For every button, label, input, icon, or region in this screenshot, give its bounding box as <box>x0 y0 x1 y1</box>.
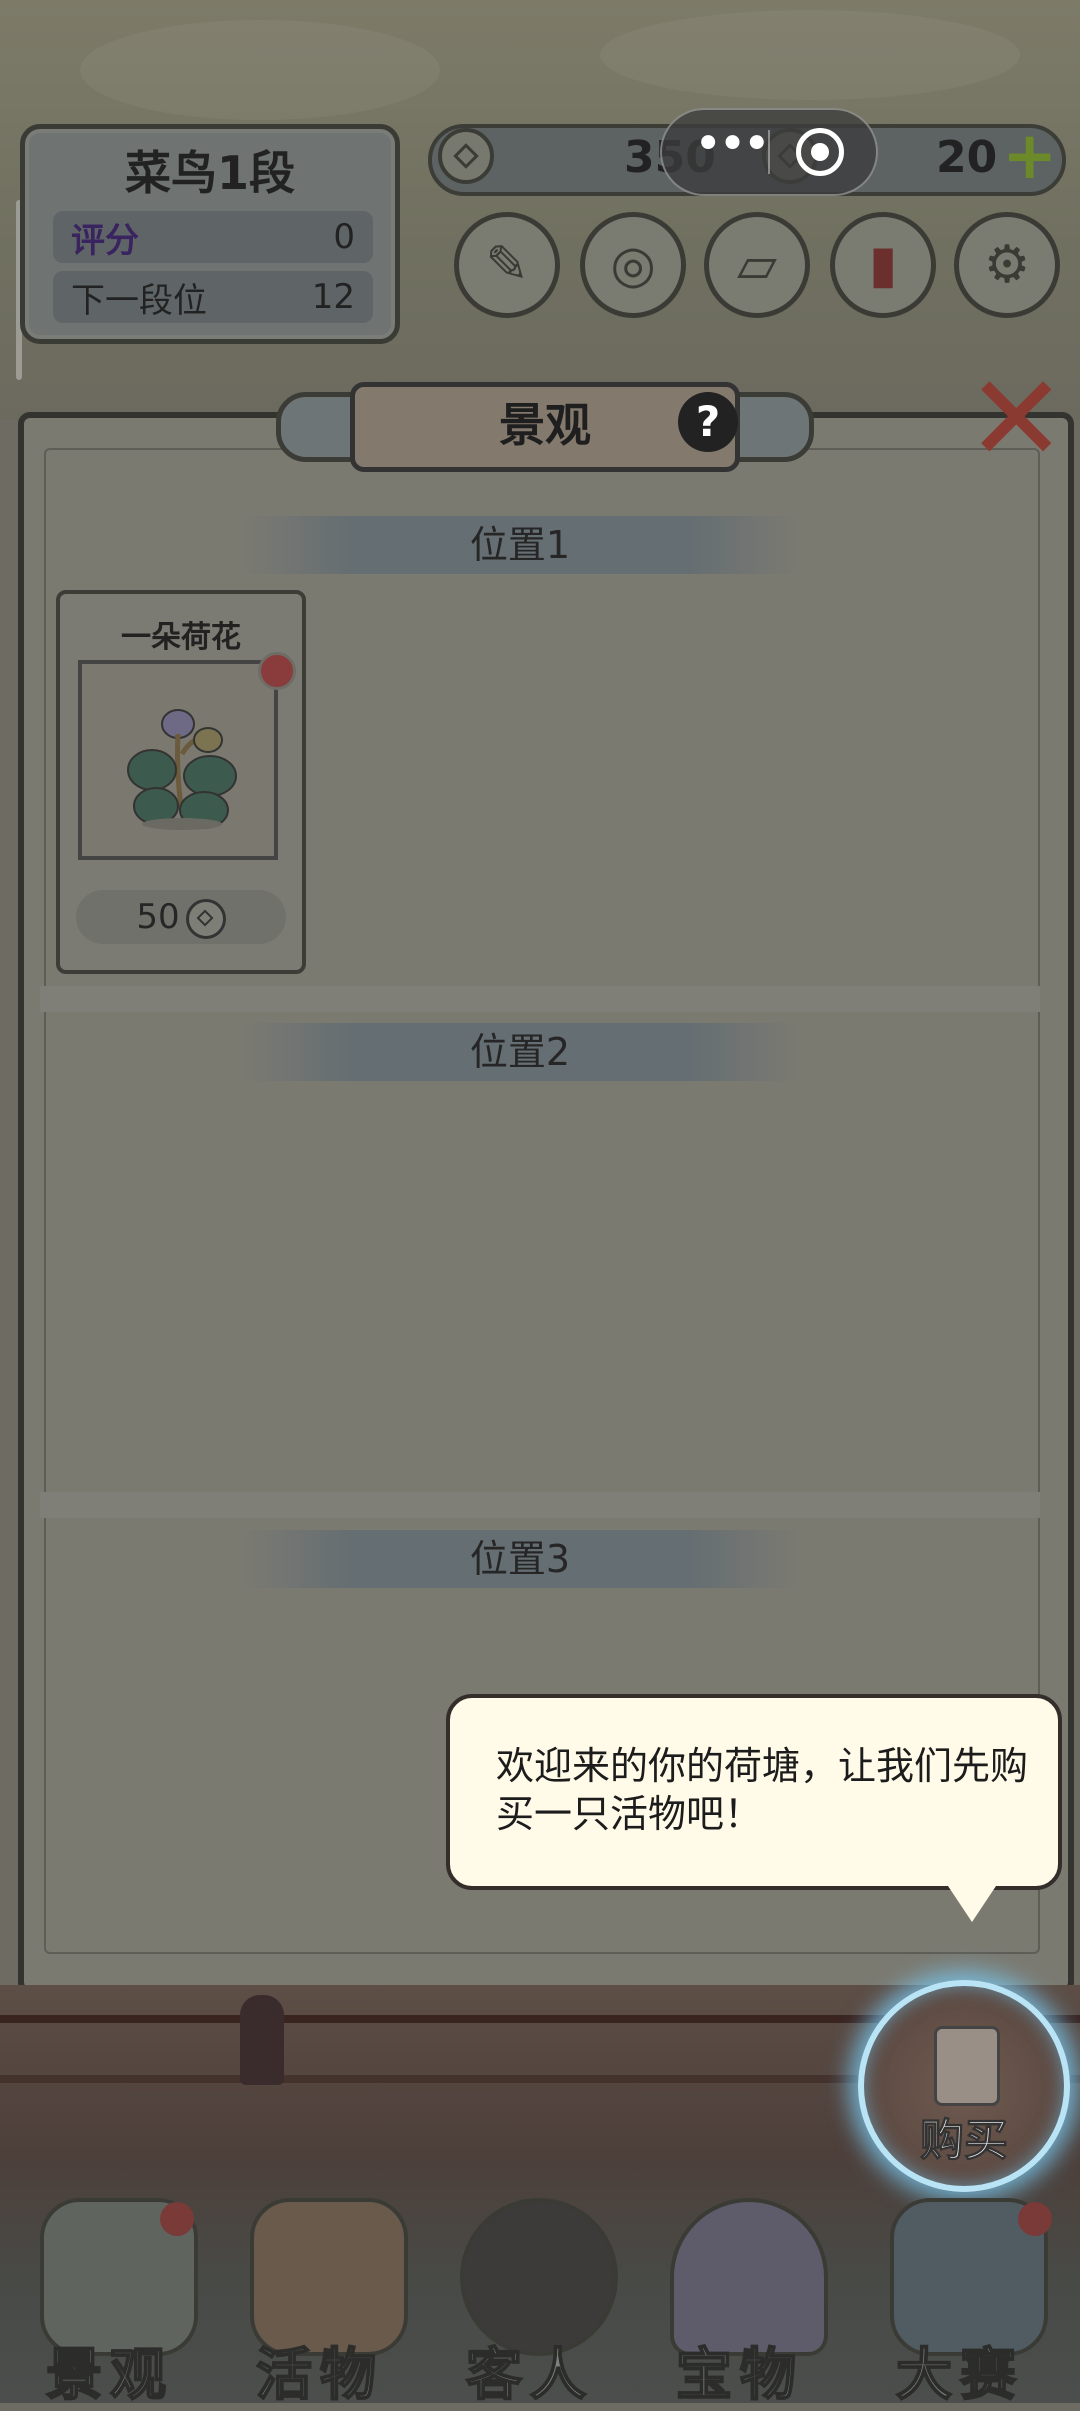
gear-wheel-icon: ◎ <box>610 235 656 295</box>
section-header-1: 位置1 <box>240 516 800 574</box>
close-icon[interactable]: ✕ <box>966 360 1067 480</box>
red-cards-icon: ▮ <box>868 235 898 295</box>
nav-creatures[interactable]: 活物 <box>220 2190 420 2409</box>
nav-badge <box>160 2202 194 2236</box>
section-divider-2 <box>40 1492 1040 1518</box>
new-item-badge <box>258 652 296 690</box>
copper-coin-icon <box>438 128 494 184</box>
help-icon[interactable]: ? <box>678 392 738 452</box>
nav-creatures-label: 活物 <box>255 2342 384 2409</box>
next-rank-value: 12 <box>311 277 355 317</box>
nav-scenery-label: 景观 <box>45 2342 174 2409</box>
item-card-lotus[interactable]: 一朵荷花 50 <box>56 590 306 974</box>
item-name: 一朵荷花 <box>121 620 241 655</box>
item-price: 50 <box>76 890 286 944</box>
score-value: 0 <box>333 217 355 257</box>
close-mini-program-icon[interactable] <box>796 128 844 176</box>
lotus-icon <box>127 709 237 830</box>
copper-coin-icon <box>185 898 226 939</box>
next-rank-row: 下一段位 12 <box>53 271 373 323</box>
settings-icon: ⚙ <box>983 235 1031 295</box>
map-scroll-icon: ▱ <box>737 235 777 295</box>
brush-scroll-icon: ✎ <box>485 235 529 295</box>
score-row: 评分 0 <box>53 211 373 263</box>
nav-treasures-label: 宝物 <box>675 2342 804 2409</box>
red-cards-button[interactable]: ▮ <box>830 212 936 318</box>
buy-button-label: 购买 <box>920 2115 1009 2167</box>
nav-contest-label: 大赛 <box>895 2342 1024 2409</box>
nav-contest[interactable]: 大赛 <box>860 2190 1060 2409</box>
nav-guests[interactable]: 客人 <box>430 2190 630 2409</box>
scroll-icon <box>934 2026 1000 2106</box>
brush-scroll-button[interactable]: ✎ <box>454 212 560 318</box>
next-rank-label: 下一段位 <box>71 280 207 321</box>
mini-program-capsule: ••• <box>660 108 878 196</box>
rank-title: 菜鸟1段 <box>124 146 295 200</box>
section-header-3: 位置3 <box>240 1530 800 1588</box>
rank-panel: 菜鸟1段 评分 0 下一段位 12 <box>20 124 400 344</box>
nav-badge <box>1018 2202 1052 2236</box>
settings-button[interactable]: ⚙ <box>954 212 1060 318</box>
capsule-divider <box>768 130 770 174</box>
nav-treasures[interactable]: 宝物 <box>640 2190 840 2409</box>
modal-title: 景观 <box>499 398 591 452</box>
section-header-2: 位置2 <box>240 1023 800 1081</box>
nav-scenery[interactable]: 景观 <box>10 2190 210 2409</box>
gem-count: 20 <box>936 132 998 183</box>
nav-guests-label: 客人 <box>465 2342 594 2409</box>
item-price-value: 50 <box>136 897 180 937</box>
map-scroll-button[interactable]: ▱ <box>704 212 810 318</box>
buy-button[interactable]: 购买 <box>858 1980 1070 2192</box>
more-icon[interactable]: ••• <box>694 116 771 172</box>
tutorial-text: 欢迎来的你的荷塘，让我们先购买一只活物吧！ <box>496 1744 1029 1836</box>
speech-bubble-tail <box>948 1886 996 1922</box>
plus-icon[interactable]: + <box>1002 123 1057 189</box>
guest-character <box>240 1995 284 2085</box>
gear-wheel-button[interactable]: ◎ <box>580 212 686 318</box>
score-label: 评分 <box>71 220 139 261</box>
item-image-frame <box>78 660 278 860</box>
section-divider-1 <box>40 986 1040 1012</box>
tutorial-speech-bubble: 欢迎来的你的荷塘，让我们先购买一只活物吧！ <box>446 1694 1062 1890</box>
